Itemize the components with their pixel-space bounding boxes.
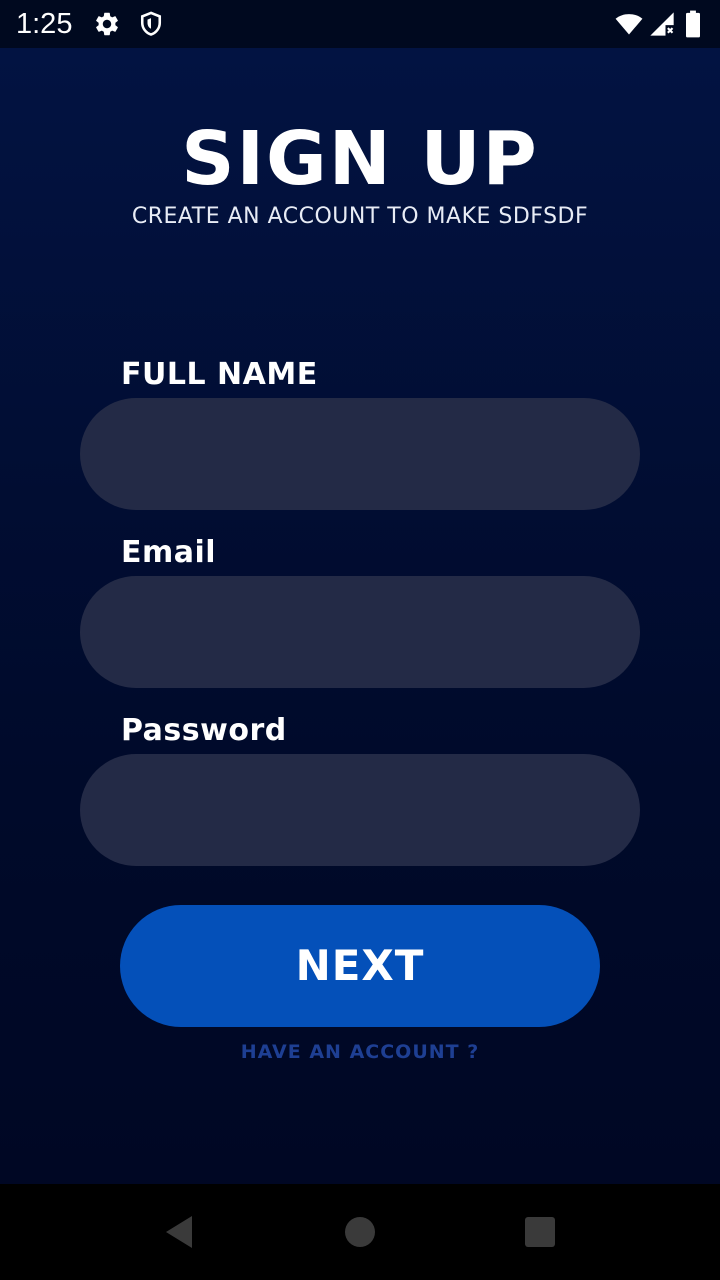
wifi-icon (614, 10, 643, 38)
page-subtitle: CREATE AN ACCOUNT TO MAKE SDFSDF (131, 204, 589, 229)
email-label: Email (121, 535, 217, 570)
status-bar: 1:25 (0, 0, 720, 48)
navigation-bar (0, 1184, 720, 1280)
email-input[interactable] (80, 576, 640, 688)
page-title: SIGN UP (181, 116, 539, 202)
password-label: Password (121, 713, 287, 748)
full-name-label: FULL NAME (121, 357, 318, 392)
shield-icon (137, 10, 165, 38)
next-button[interactable]: NEXT (120, 905, 600, 1027)
battery-icon (684, 10, 712, 38)
password-input[interactable] (80, 754, 640, 866)
signup-screen: SIGN UP CREATE AN ACCOUNT TO MAKE SDFSDF… (0, 48, 720, 1184)
signal-icon (648, 10, 676, 38)
status-time: 1:25 (16, 8, 73, 40)
full-name-input[interactable] (80, 398, 640, 510)
home-icon[interactable] (340, 1212, 380, 1252)
back-icon[interactable] (160, 1212, 200, 1252)
have-account-link[interactable]: HAVE AN ACCOUNT ? (0, 1038, 720, 1066)
recents-icon[interactable] (520, 1212, 560, 1252)
gear-icon (93, 10, 121, 38)
